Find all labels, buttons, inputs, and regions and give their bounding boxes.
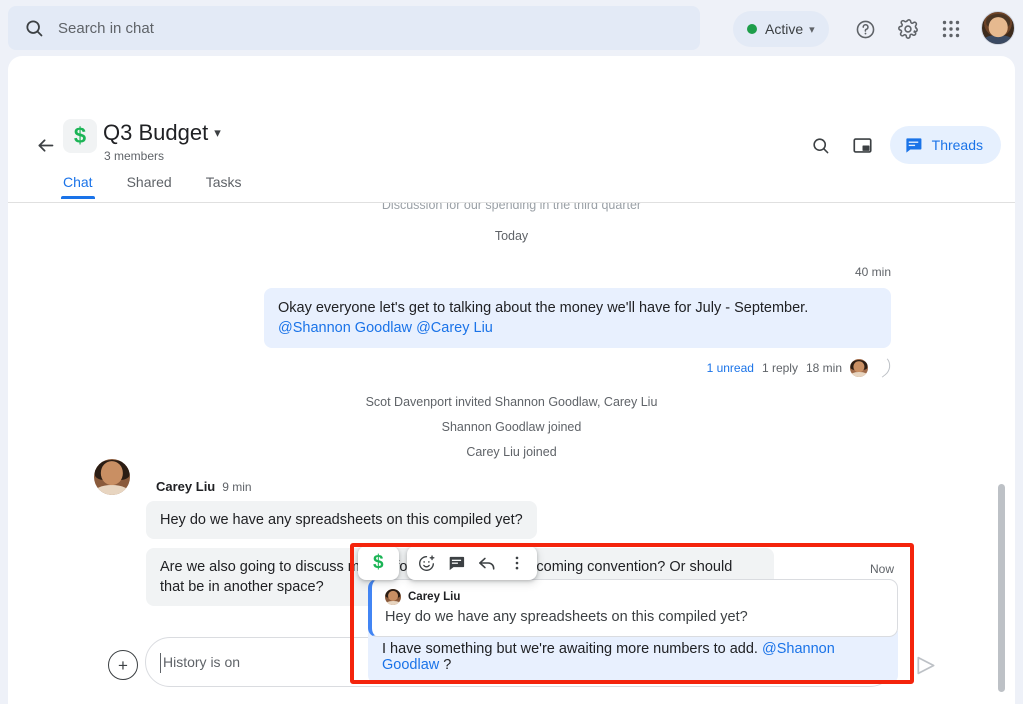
quick-emoji-group: $ <box>358 546 399 580</box>
thread-timestamp: 18 min <box>805 361 842 375</box>
message-bubble[interactable]: Hey do we have any spreadsheets on this … <box>146 501 537 539</box>
add-attachment-icon[interactable]: + <box>108 650 138 680</box>
tab-shared[interactable]: Shared <box>127 174 172 199</box>
thread-curve-icon <box>875 358 895 378</box>
more-vertical-icon[interactable] <box>503 549 531 577</box>
chevron-down-icon: ▾ <box>809 23 815 36</box>
message-text: Okay everyone let's get to talking about… <box>278 300 809 316</box>
space-tabs: Chat Shared Tasks <box>61 174 242 199</box>
quote-header: Carey Liu <box>385 589 883 605</box>
reply-message-bubble[interactable]: I have something but we're awaiting more… <box>368 631 898 684</box>
system-message: Carey Liu joined <box>466 445 557 459</box>
reply-arrow-icon[interactable] <box>473 549 501 577</box>
avatar[interactable] <box>981 11 1015 45</box>
reply-count: 1 reply <box>761 361 798 375</box>
avatar-face <box>100 461 124 486</box>
avatar-body <box>94 484 130 495</box>
quote-author-avatar <box>385 589 401 605</box>
reply-text-after: ? <box>439 657 452 673</box>
reply-in-thread-icon[interactable] <box>443 549 471 577</box>
threads-button[interactable]: Threads <box>889 126 1001 164</box>
picture-in-picture-icon[interactable] <box>844 126 882 164</box>
reply-text: I have something but we're awaiting more… <box>382 641 762 657</box>
composer-placeholder: History is on <box>163 654 241 670</box>
apps-grid-icon[interactable] <box>936 14 966 44</box>
mention-shannon-goodlaw[interactable]: @Shannon Goodlaw <box>278 320 412 336</box>
search-icon[interactable] <box>802 126 840 164</box>
status-label: Active <box>765 21 804 37</box>
quote-text: Hey do we have any spreadsheets on this … <box>385 609 748 625</box>
avatar-face <box>988 16 1008 37</box>
member-count: 3 members <box>104 149 165 163</box>
message-author-avatar[interactable] <box>94 459 130 495</box>
system-message: Shannon Goodlaw joined <box>441 420 582 434</box>
threads-label: Threads <box>931 137 983 153</box>
back-arrow-icon[interactable] <box>28 128 62 162</box>
space-title-menu[interactable]: Q3 Budget ▾ <box>103 120 221 146</box>
help-circle-icon[interactable] <box>850 14 880 44</box>
quoted-message[interactable]: Carey Liu Hey do we have any spreadsheet… <box>368 579 898 637</box>
message-hover-toolbar: $ <box>358 546 537 580</box>
status-selector[interactable]: Active ▾ <box>733 11 829 47</box>
search-input[interactable]: Search in chat <box>58 20 154 37</box>
space-card: $ Q3 Budget ▾ 3 members Threads Chat Sha… <box>8 56 1015 704</box>
message-bubble[interactable]: Okay everyone let's get to talking about… <box>264 288 891 348</box>
status-dot-icon <box>747 24 757 34</box>
tab-tasks[interactable]: Tasks <box>206 174 242 199</box>
reply-timestamp: Now <box>869 562 894 576</box>
send-icon[interactable] <box>910 650 940 680</box>
header-actions: Threads <box>802 126 1001 164</box>
chevron-down-icon: ▾ <box>214 125 221 140</box>
app-root: Search in chat Active ▾ $ Q3 Budget ▾ 3 … <box>0 0 1023 704</box>
message-timestamp: 40 min <box>854 265 891 279</box>
gear-icon[interactable] <box>893 14 923 44</box>
add-reaction-icon[interactable] <box>413 549 441 577</box>
space-header: $ Q3 Budget ▾ 3 members Threads Chat Sha… <box>8 56 1015 203</box>
search-bar[interactable]: Search in chat <box>8 6 700 50</box>
day-divider: Today <box>494 229 529 243</box>
unread-count: 1 unread <box>706 361 754 375</box>
search-icon <box>24 18 44 38</box>
text-caret <box>160 653 161 673</box>
message-scrollbar[interactable] <box>998 484 1005 692</box>
thread-summary[interactable]: 1 unread 1 reply 18 min <box>8 358 895 378</box>
message-actions-group <box>406 546 537 580</box>
quote-author-name: Carey Liu <box>408 591 461 603</box>
thread-participant-avatar <box>850 359 868 377</box>
page-title: Q3 Budget <box>103 120 209 145</box>
author-name: Carey Liu <box>156 479 216 494</box>
mention-carey-liu[interactable]: @Carey Liu <box>416 320 493 336</box>
space-description: Discussion for our spending in the third… <box>381 203 642 212</box>
chat-bubble-icon <box>904 136 923 155</box>
tab-chat[interactable]: Chat <box>61 174 95 199</box>
message-author: Carey Liu 9 min <box>156 479 1015 494</box>
system-message: Scot Davenport invited Shannon Goodlaw, … <box>365 395 658 409</box>
top-bar: Search in chat Active ▾ <box>0 0 1023 56</box>
author-timestamp: 9 min <box>222 480 252 494</box>
dollar-emoji-icon[interactable]: $ <box>364 552 393 574</box>
space-avatar: $ <box>63 119 97 153</box>
